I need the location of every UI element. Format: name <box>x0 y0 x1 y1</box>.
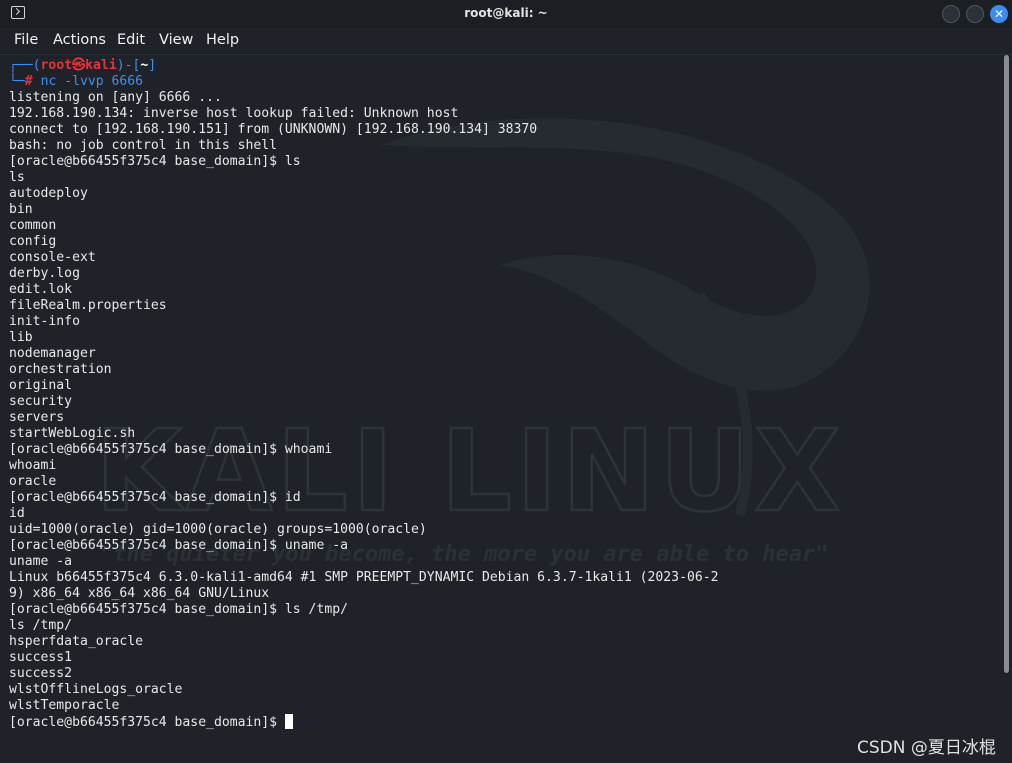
command-args: -lvvp 6666 <box>64 74 144 89</box>
output-line: oracle <box>9 474 57 489</box>
output-line: 192.168.190.134: inverse host lookup fai… <box>9 106 459 121</box>
output-line: original <box>9 378 73 393</box>
output-line: 9) x86_64 x86_64 x86_64 GNU/Linux <box>9 586 270 601</box>
output-line: [oracle@b66455f375c4 base_domain]$ ls <box>9 154 301 169</box>
prompt-header-line: ┌──(root㉿kali)-[~] <box>9 58 157 73</box>
prompt-user-host: root㉿kali <box>40 58 117 73</box>
title-bar[interactable]: root@kali: ~ ✕ <box>0 0 1012 28</box>
minimize-button[interactable] <box>942 5 960 23</box>
output-line: uname -a <box>9 554 73 569</box>
output-line: startWebLogic.sh <box>9 426 136 441</box>
command-name: nc <box>40 74 57 89</box>
menu-actions[interactable]: Actions <box>53 32 106 48</box>
menu-file[interactable]: File <box>14 32 38 48</box>
output-line: servers <box>9 410 65 425</box>
close-button[interactable]: ✕ <box>990 5 1008 23</box>
csdn-watermark-label: CSDN @夏日冰棍 <box>857 738 996 758</box>
output-line: connect to [192.168.190.151] from (UNKNO… <box>9 122 538 137</box>
output-line: ls <box>9 170 25 185</box>
output-line: autodeploy <box>9 186 88 201</box>
menu-edit[interactable]: Edit <box>117 32 145 48</box>
output-line: listening on [any] 6666 ... <box>9 90 222 105</box>
output-line: bin <box>9 202 33 217</box>
output-line: [oracle@b66455f375c4 base_domain]$ uname… <box>9 538 348 553</box>
text-cursor <box>284 714 293 729</box>
output-line: nodemanager <box>9 346 96 361</box>
output-line: success2 <box>9 666 73 681</box>
output-line: [oracle@b66455f375c4 base_domain]$ id <box>9 490 301 505</box>
menu-bar: File Actions Edit View Help <box>0 28 1012 55</box>
output-line: hsperfdata_oracle <box>9 634 144 649</box>
watermark-brand: KALI LINUX <box>95 407 845 537</box>
output-line: fileRealm.properties <box>9 298 167 313</box>
output-line: bash: no job control in this shell <box>9 138 278 153</box>
output-line: uid=1000(oracle) gid=1000(oracle) groups… <box>9 522 427 537</box>
output-line: common <box>9 218 57 233</box>
output-line: security <box>9 394 73 409</box>
active-prompt-line[interactable]: [oracle@b66455f375c4 base_domain]$ <box>9 714 293 731</box>
menu-view[interactable]: View <box>159 32 193 48</box>
menu-help[interactable]: Help <box>206 32 239 48</box>
kali-dragon-icon <box>380 118 870 391</box>
output-line: lib <box>9 330 33 345</box>
close-icon: ✕ <box>993 7 1005 21</box>
output-line: console-ext <box>9 250 96 265</box>
output-line: [oracle@b66455f375c4 base_domain]$ whoam… <box>9 442 333 457</box>
output-line: config <box>9 234 57 249</box>
output-line: orchestration <box>9 362 112 377</box>
prompt-command-line: └─# nc -lvvp 6666 <box>9 74 144 89</box>
output-line: [oracle@b66455f375c4 base_domain]$ ls /t… <box>9 602 348 617</box>
scroll-thumb[interactable] <box>1004 55 1009 673</box>
terminal-scrollbar[interactable] <box>1001 55 1012 763</box>
output-line: wlstOfflineLogs_oracle <box>9 682 183 697</box>
output-line: edit.lok <box>9 282 73 297</box>
output-line: Linux b66455f375c4 6.3.0-kali1-amd64 #1 … <box>9 570 719 585</box>
terminal-area[interactable]: KALI LINUX "the quieter you become, the … <box>0 55 1000 763</box>
output-line: id <box>9 506 25 521</box>
output-line: derby.log <box>9 266 80 281</box>
output-line: wlstTemporacle <box>9 698 120 713</box>
active-prompt: [oracle@b66455f375c4 base_domain]$ <box>9 715 285 730</box>
output-line: ls /tmp/ <box>9 618 73 633</box>
output-line: success1 <box>9 650 73 665</box>
maximize-button[interactable] <box>966 5 984 23</box>
window-title: root@kali: ~ <box>464 6 548 20</box>
output-line: init-info <box>9 314 80 329</box>
output-line: whoami <box>9 458 57 473</box>
